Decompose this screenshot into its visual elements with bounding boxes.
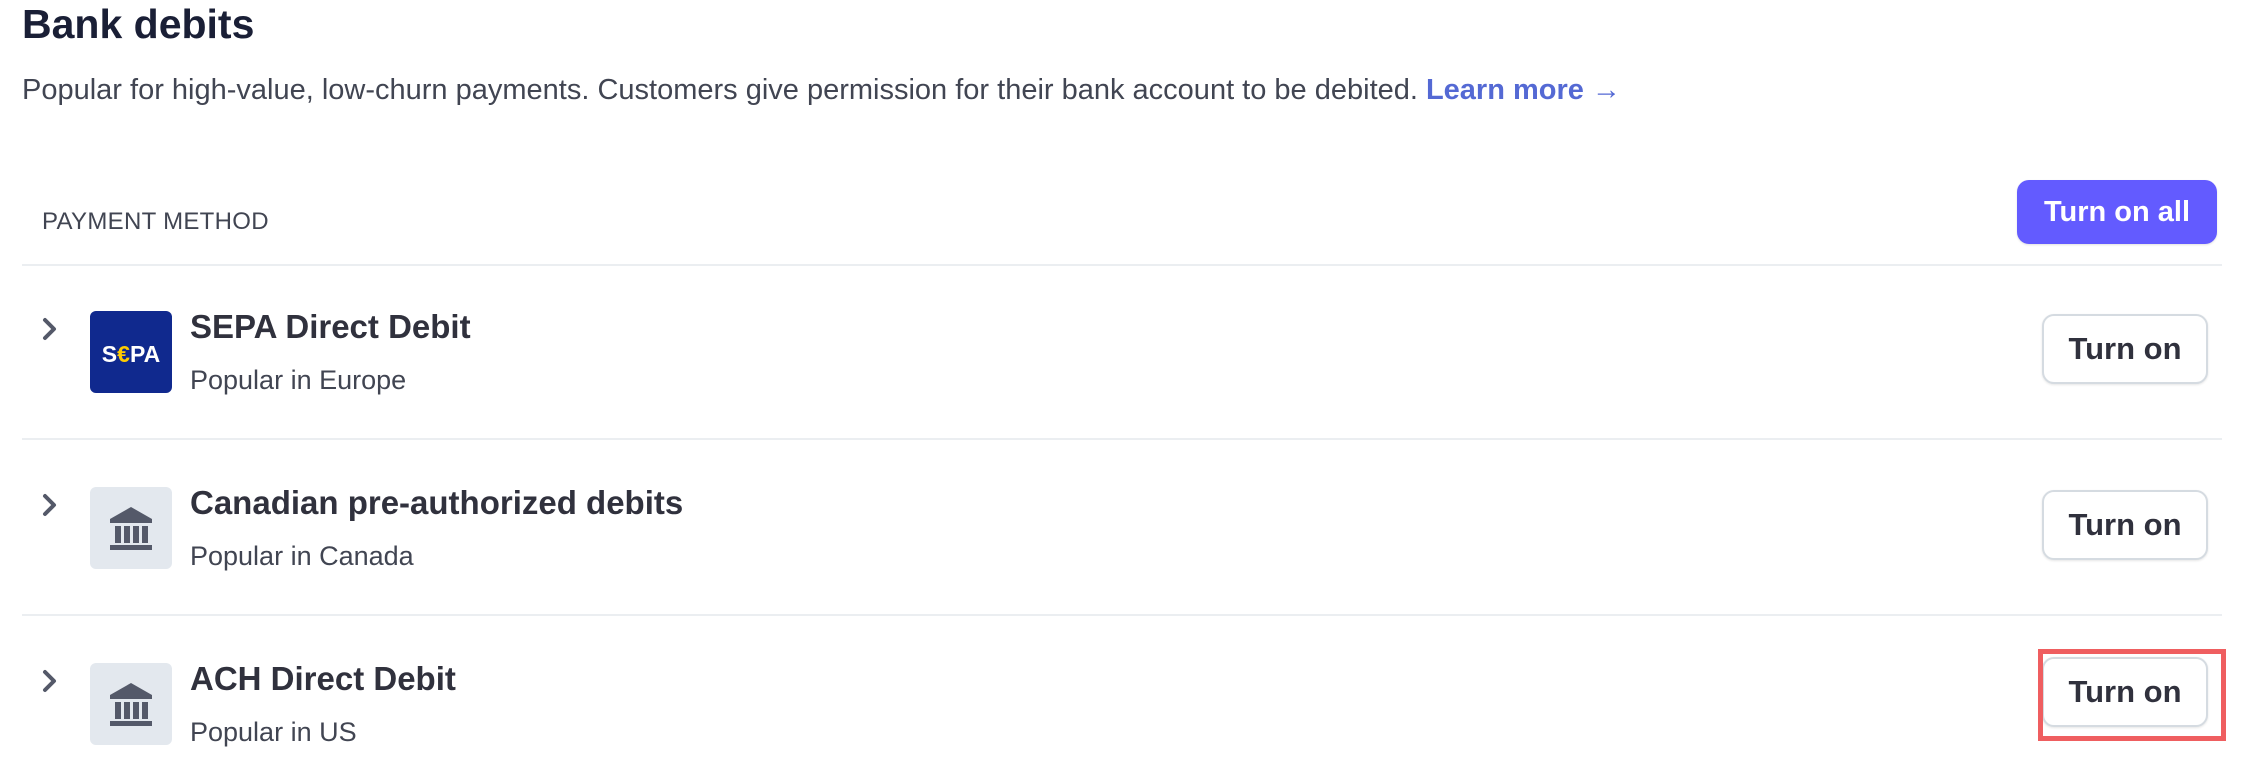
method-name: SEPA Direct Debit [190, 308, 471, 345]
payment-method-column-label: PAYMENT METHOD [42, 208, 269, 235]
bank-icon [90, 663, 172, 745]
learn-more-link[interactable]: Learn more → [1426, 74, 1621, 106]
payment-method-row-canadian-pad: Canadian pre-authorized debits Popular i… [22, 440, 2222, 616]
table-header: PAYMENT METHOD Turn on all [22, 180, 2222, 266]
method-description: Popular in Europe [190, 365, 407, 395]
bank-debits-page: Bank debits Popular for high-value, low-… [0, 0, 2248, 770]
section-title: Bank debits [22, 1, 255, 47]
turn-on-all-button[interactable]: Turn on all [2017, 180, 2217, 244]
sepa-logo: S€PA [90, 311, 172, 393]
method-name: Canadian pre-authorized debits [190, 484, 684, 521]
chevron-right-icon[interactable] [36, 490, 66, 520]
method-name: ACH Direct Debit [190, 660, 456, 697]
description-text: Popular for high-value, low-churn paymen… [22, 74, 1418, 106]
payment-method-row-sepa: S€PA SEPA Direct Debit Popular in Europe… [22, 264, 2222, 440]
bank-icon [90, 487, 172, 569]
turn-on-button[interactable]: Turn on [2042, 490, 2208, 560]
chevron-right-icon[interactable] [36, 314, 66, 344]
section-description: Popular for high-value, low-churn paymen… [22, 73, 1621, 107]
highlight-box [2038, 649, 2226, 741]
svg-text:S€PA: S€PA [102, 341, 160, 367]
turn-on-button[interactable]: Turn on [2042, 314, 2208, 384]
method-description: Popular in US [190, 717, 357, 747]
chevron-right-icon[interactable] [36, 666, 66, 696]
method-description: Popular in Canada [190, 541, 414, 571]
payment-method-row-ach: ACH Direct Debit Popular in US Turn on [22, 616, 2222, 770]
